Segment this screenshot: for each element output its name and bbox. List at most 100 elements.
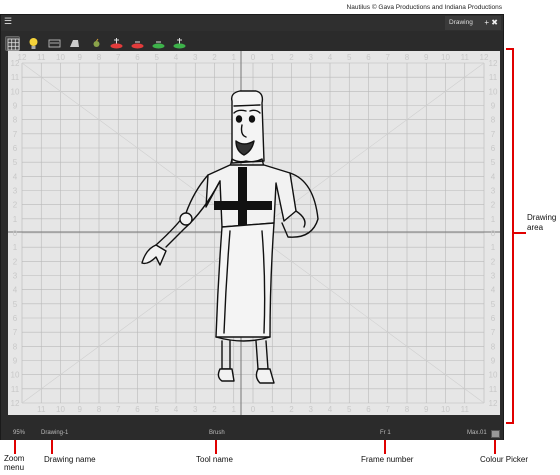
grid-number-label: 6 [135,53,140,62]
grid-number-label: 2 [212,53,217,62]
light-table-icon[interactable] [26,36,41,51]
grid-number-label: 11 [489,385,498,394]
grid-number-label: 9 [78,405,83,414]
grid-number-label: 7 [491,130,496,139]
grid-number-label: 11 [461,405,470,414]
grid-number-label: 8 [97,53,102,62]
grid-number-label: 0 [491,229,496,238]
grid-number-label: 11 [37,53,46,62]
grid-number-label: 10 [11,371,20,380]
colour-picker-swatch[interactable] [491,430,500,438]
grid-number-label: 0 [251,53,256,62]
drawing-name: Drawing-1 [41,430,69,436]
grid-number-label: 3 [13,187,18,196]
grid-number-label: 11 [37,405,46,414]
grid-number-label: 7 [386,405,391,414]
grid-number-label: 12 [489,399,498,408]
grid-number-label: 10 [11,87,20,96]
onion-skin-next-icon[interactable] [130,36,145,51]
grid-number-label: 4 [328,53,333,62]
hamburger-menu-icon[interactable]: ☰ [4,17,13,26]
grid-number-label: 12 [11,59,20,68]
onion-skin-previous-icon[interactable] [109,36,124,51]
grid-number-label: 10 [56,405,65,414]
field-grid: 12 11 10 9 8 7 6 5 4 3 2 1 0 1 2 3 4 5 6 7 8 9 10 11 1212 1211 111… [8,51,500,415]
tab-drawing[interactable]: Drawing + ✖ [445,16,501,30]
grid-number-label: 5 [491,300,496,309]
bitmap-layer-icon[interactable] [89,36,104,51]
grid-number-label: 1 [491,243,496,252]
grid-number-label: 3 [491,272,496,281]
grid-number-label: 5 [155,53,160,62]
grid-number-label: 2 [212,405,217,414]
frame-number: Fr 1 [380,430,391,436]
drawing-area[interactable]: 12 11 10 9 8 7 6 5 4 3 2 1 0 1 2 3 4 5 6 7 8 9 10 11 12 12 12 11 11 1… [8,51,500,415]
grid-number-label: 12 [489,59,498,68]
grid-number-label: 6 [135,405,140,414]
grid-number-label: 4 [174,405,179,414]
callout-drawing-name: Drawing name [44,455,96,464]
grid-number-label: 7 [13,130,18,139]
increase-onion-icon[interactable] [172,36,187,51]
grid-number-label: 10 [56,53,65,62]
grid-number-label: 10 [441,405,450,414]
grid-number-label: 8 [405,53,410,62]
grid-number-label: 7 [116,405,121,414]
add-view-icon[interactable]: + [484,16,489,30]
grid-number-label: 2 [289,53,294,62]
grid-number-label: 11 [11,385,20,394]
grid-number-label: 1 [232,53,237,62]
grid-number-label: 3 [193,53,198,62]
grid-number-label: 1 [270,405,275,414]
tool-name: Brush [209,430,225,436]
grid-number-label: 7 [491,328,496,337]
grid-number-label: 12 [11,399,20,408]
callout-line-zoom [14,440,16,454]
grid-number-label: 10 [489,371,498,380]
grid-number-label: 10 [489,87,498,96]
grid-number-label: 8 [405,405,410,414]
grid-number-label: 6 [491,314,496,323]
reduce-onion-icon[interactable] [151,36,166,51]
grid-number-label: 2 [13,201,18,210]
grid-number-label: 5 [347,53,352,62]
callout-zoom-menu: Zoom menu [4,454,25,472]
grid-number-label: 5 [13,158,18,167]
grid-number-label: 0 [251,405,256,414]
grid-number-label: 8 [491,116,496,125]
grid-number-label: 0 [13,229,18,238]
callout-line-frame-number [384,440,386,454]
grid-number-label: 7 [116,53,121,62]
grid-number-label: 7 [13,328,18,337]
grid-number-label: 2 [491,257,496,266]
grid-number-label: 5 [13,300,18,309]
close-view-icon[interactable]: ✖ [491,16,498,30]
grid-number-label: 1 [13,215,18,224]
callout-line-colour-picker [494,440,496,454]
zoom-menu[interactable]: 95% [13,430,25,436]
grid-number-label: 10 [441,53,450,62]
grid-number-label: 1 [491,215,496,224]
grid-number-label: 11 [11,73,20,82]
grid-number-label: 3 [193,405,198,414]
grid-number-label: 6 [491,144,496,153]
grid-number-label: 8 [97,405,102,414]
grid-number-label: 1 [13,243,18,252]
grid-number-label: 3 [309,53,314,62]
grid-number-label: 11 [489,73,498,82]
grid-number-label: 4 [13,286,18,295]
show-strokes-icon[interactable] [67,36,82,51]
grid-number-label: 2 [289,405,294,414]
grid-number-label: 7 [386,53,391,62]
grid-number-label: 11 [461,53,470,62]
grid-number-label: 9 [491,357,496,366]
copyright-credit: Nautilus © Gava Productions and Indiana … [346,4,502,11]
status-bar: 95% Drawing-1 Brush Fr 1 Max.01 [1,428,503,440]
grid-number-label: 2 [13,257,18,266]
callout-drawing-area: Drawing area [527,213,557,232]
grid-number-label: 5 [155,405,160,414]
grid-number-label: 8 [491,342,496,351]
grid-toggle-icon[interactable] [5,36,20,51]
callout-line-tool-name [215,440,217,454]
onion-skin-icon[interactable] [47,36,62,51]
